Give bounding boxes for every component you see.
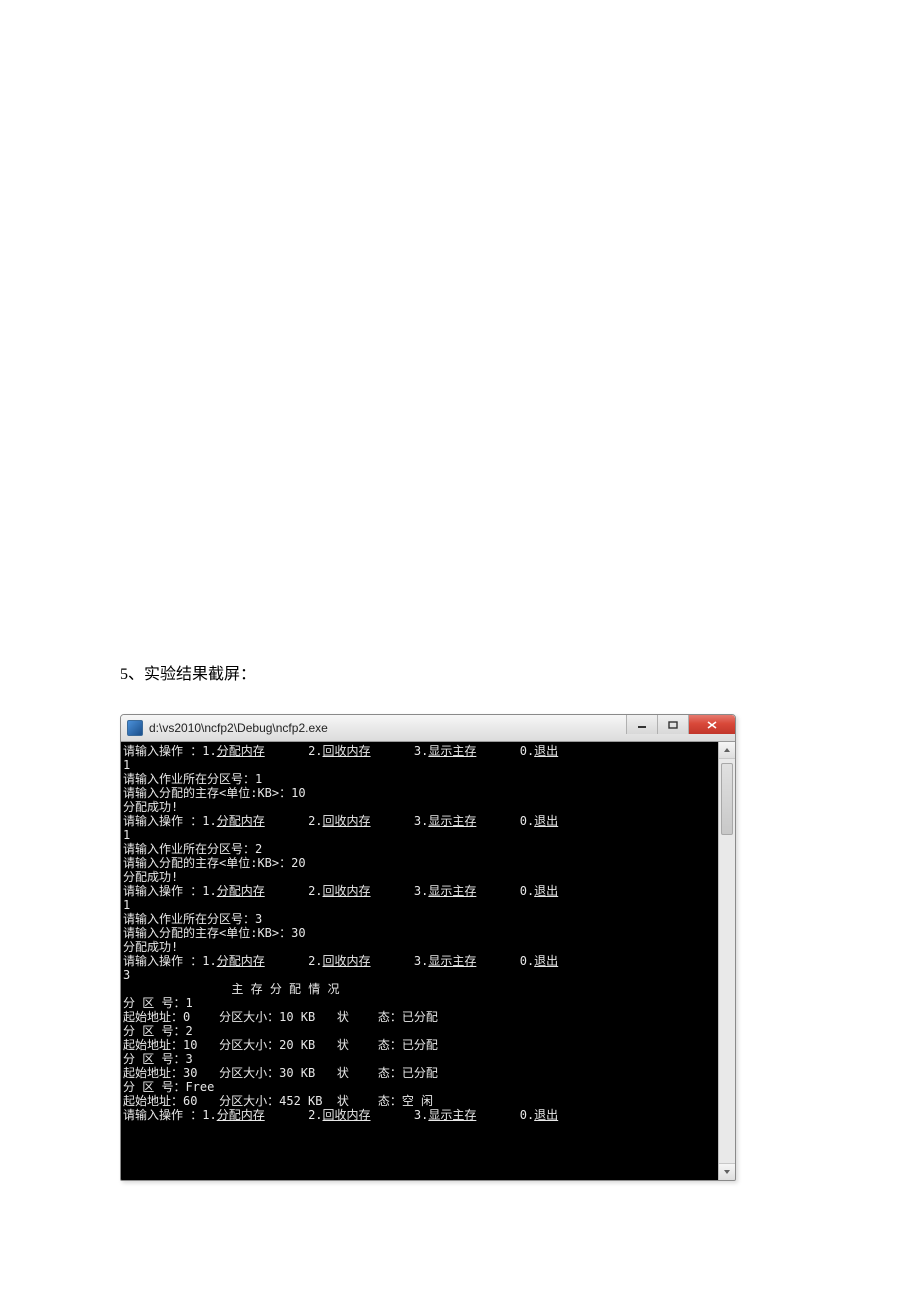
- window-title: d:\vs2010\ncfp2\Debug\ncfp2.exe: [149, 721, 328, 735]
- maximize-icon: [668, 721, 678, 729]
- titlebar-left: d:\vs2010\ncfp2\Debug\ncfp2.exe: [127, 720, 328, 736]
- window-controls: [626, 715, 735, 741]
- scroll-up-button[interactable]: [719, 742, 735, 759]
- close-icon: [706, 720, 718, 730]
- console-area: 请输入操作 ：1.分配内存 2.回收内存 3.显示主存 0.退出1请输入作业所在…: [121, 742, 735, 1180]
- minimize-button[interactable]: [626, 715, 657, 734]
- app-icon: [127, 720, 143, 736]
- titlebar[interactable]: d:\vs2010\ncfp2\Debug\ncfp2.exe: [121, 715, 735, 742]
- maximize-button[interactable]: [657, 715, 688, 734]
- console-output: 请输入操作 ：1.分配内存 2.回收内存 3.显示主存 0.退出1请输入作业所在…: [121, 742, 718, 1180]
- section-heading: 5、实验结果截屏：: [120, 660, 800, 684]
- scrollbar[interactable]: [718, 742, 735, 1180]
- console-window: d:\vs2010\ncfp2\Debug\ncfp2.exe 请输入操作 ：1…: [120, 714, 736, 1181]
- scroll-track[interactable]: [719, 759, 735, 1163]
- chevron-up-icon: [723, 747, 731, 753]
- scroll-thumb[interactable]: [721, 763, 733, 835]
- close-button[interactable]: [688, 715, 735, 734]
- scroll-down-button[interactable]: [719, 1163, 735, 1180]
- minimize-icon: [637, 721, 647, 729]
- chevron-down-icon: [723, 1169, 731, 1175]
